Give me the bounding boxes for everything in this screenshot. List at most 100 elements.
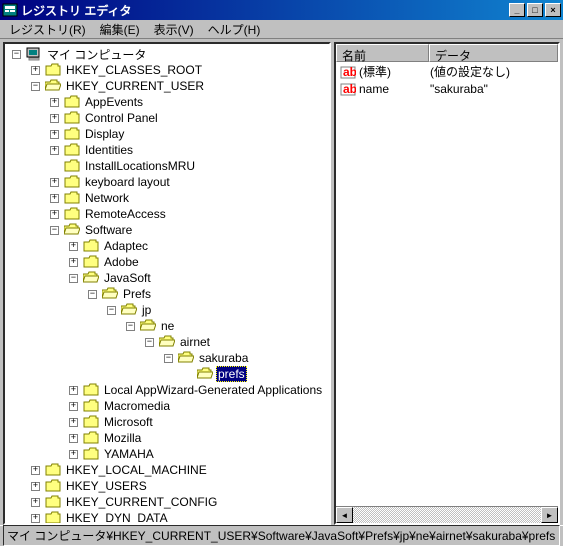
expand-icon[interactable]: + [45, 206, 64, 222]
tree-node-software[interactable]: −Software [7, 222, 327, 238]
tree-node[interactable]: +keyboard layout [7, 174, 327, 190]
horizontal-scrollbar[interactable]: ◄ ► [336, 506, 558, 523]
expand-icon[interactable]: + [26, 510, 45, 525]
expand-icon[interactable]: + [26, 478, 45, 494]
tree-label: Display [83, 126, 126, 142]
maximize-button[interactable]: □ [527, 3, 543, 17]
collapse-icon[interactable]: − [64, 270, 83, 286]
tree-label: HKEY_LOCAL_MACHINE [64, 462, 209, 478]
tree-label: Local AppWizard-Generated Applications [102, 382, 324, 398]
tree-node[interactable]: +Control Panel [7, 110, 327, 126]
tree-label: Prefs [121, 286, 153, 302]
value-data: (値の設定なし) [430, 63, 557, 80]
expand-icon[interactable]: + [64, 446, 83, 462]
tree-node[interactable]: +Macromedia [7, 398, 327, 414]
folder-icon [83, 431, 99, 445]
tree-node[interactable]: +Network [7, 190, 327, 206]
tree-node-hku[interactable]: +HKEY_USERS [7, 478, 327, 494]
expand-icon[interactable]: + [26, 494, 45, 510]
statusbar-path: マイ コンピュータ¥HKEY_CURRENT_USER¥Software¥Jav… [3, 525, 560, 546]
value-name: (標準) [359, 63, 430, 80]
expand-icon[interactable]: + [64, 254, 83, 270]
menu-edit[interactable]: 編集(E) [93, 19, 147, 40]
menu-view[interactable]: 表示(V) [147, 19, 201, 40]
collapse-icon[interactable]: − [7, 46, 26, 62]
tree-node-selected[interactable]: prefs [7, 366, 327, 382]
tree-node-hkdd[interactable]: + HKEY_DYN_DATA [7, 510, 327, 525]
tree-node-hkcu[interactable]: − HKEY_CURRENT_USER [7, 78, 327, 94]
tree-label: HKEY_DYN_DATA [64, 510, 170, 525]
folder-icon [64, 143, 80, 157]
tree-label: JavaSoft [102, 270, 153, 286]
tree-node-airnet[interactable]: −airnet [7, 334, 327, 350]
folder-icon [83, 255, 99, 269]
scroll-right-button[interactable]: ► [541, 507, 558, 523]
collapse-icon[interactable]: − [121, 318, 140, 334]
tree-label: InstallLocationsMRU [83, 158, 197, 174]
expand-icon[interactable]: + [64, 430, 83, 446]
listview-row[interactable]: ab name "sakuraba" [337, 80, 557, 97]
collapse-icon[interactable]: − [83, 286, 102, 302]
tree-label: AppEvents [83, 94, 145, 110]
tree-node-prefs[interactable]: − Prefs [7, 286, 327, 302]
collapse-icon[interactable]: − [26, 78, 45, 94]
expand-icon[interactable]: + [45, 190, 64, 206]
tree-node[interactable]: + Microsoft [7, 414, 327, 430]
close-button[interactable]: × [545, 3, 561, 17]
tree-node[interactable]: +Identities [7, 142, 327, 158]
tree-node[interactable]: + AppEvents [7, 94, 327, 110]
folder-icon [64, 159, 80, 173]
expand-icon[interactable]: + [45, 174, 64, 190]
collapse-icon[interactable]: − [159, 350, 178, 366]
folder-open-icon [64, 223, 80, 237]
tree-node-root[interactable]: − マイ コンピュータ [7, 46, 327, 62]
minimize-button[interactable]: _ [509, 3, 525, 17]
expand-icon[interactable]: + [45, 110, 64, 126]
expand-icon[interactable]: + [64, 414, 83, 430]
column-header-name[interactable]: 名前 [336, 44, 429, 62]
expand-icon[interactable]: + [26, 462, 45, 478]
expand-icon[interactable]: + [45, 126, 64, 142]
folder-open-icon [102, 287, 118, 301]
folder-open-icon [197, 367, 213, 381]
tree-node[interactable]: +RemoteAccess [7, 206, 327, 222]
folder-icon [64, 111, 80, 125]
tree-node[interactable]: +Mozilla [7, 430, 327, 446]
expand-icon[interactable]: + [26, 62, 45, 78]
listview-body[interactable]: ab (標準) (値の設定なし) ab name "sakuraba" [336, 62, 558, 506]
column-header-data[interactable]: データ [429, 44, 558, 62]
expand-icon[interactable]: + [64, 398, 83, 414]
tree-node-javasoft[interactable]: − JavaSoft [7, 270, 327, 286]
collapse-icon[interactable]: − [140, 334, 159, 350]
tree-node[interactable]: +Adaptec [7, 238, 327, 254]
tree-node[interactable]: + Local AppWizard-Generated Applications [7, 382, 327, 398]
expand-icon[interactable]: + [45, 94, 64, 110]
tree-node-hkcc[interactable]: +HKEY_CURRENT_CONFIG [7, 494, 327, 510]
tree-node-hklm[interactable]: + HKEY_LOCAL_MACHINE [7, 462, 327, 478]
tree-label: Microsoft [102, 414, 155, 430]
folder-icon [83, 239, 99, 253]
tree-node[interactable]: +Adobe [7, 254, 327, 270]
expand-icon[interactable]: + [64, 382, 83, 398]
menu-registry[interactable]: レジストリ(R) [2, 19, 93, 40]
collapse-icon[interactable]: − [45, 222, 64, 238]
menu-help[interactable]: ヘルプ(H) [201, 19, 268, 40]
tree-pane[interactable]: − マイ コンピュータ + HKEY_CLASSES_ROOT − HKEY_C… [3, 42, 331, 525]
scroll-left-button[interactable]: ◄ [336, 507, 353, 523]
tree-node-hkcr[interactable]: + HKEY_CLASSES_ROOT [7, 62, 327, 78]
tree-node-sakuraba[interactable]: −sakuraba [7, 350, 327, 366]
expand-icon[interactable]: + [64, 238, 83, 254]
folder-icon [45, 495, 61, 509]
listview-row[interactable]: ab (標準) (値の設定なし) [337, 63, 557, 80]
tree-node-ne[interactable]: −ne [7, 318, 327, 334]
tree-node[interactable]: InstallLocationsMRU [7, 158, 327, 174]
tree-node[interactable]: + Display [7, 126, 327, 142]
expand-icon[interactable]: + [45, 142, 64, 158]
collapse-icon[interactable]: − [102, 302, 121, 318]
folder-icon [83, 447, 99, 461]
folder-icon [83, 383, 99, 397]
scroll-track[interactable] [353, 507, 541, 523]
tree-node[interactable]: +YAMAHA [7, 446, 327, 462]
tree-node-jp[interactable]: −jp [7, 302, 327, 318]
computer-icon [26, 46, 42, 62]
